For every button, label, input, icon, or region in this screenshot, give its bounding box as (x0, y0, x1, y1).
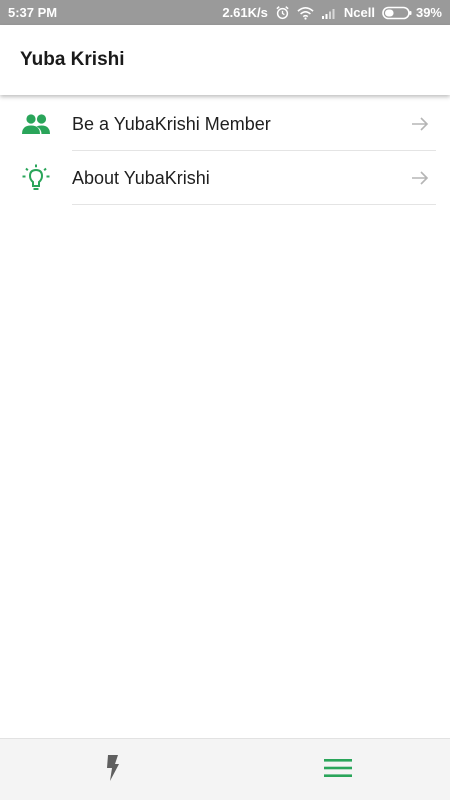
alarm-icon (275, 5, 290, 20)
page-title: Yuba Krishi (20, 49, 125, 70)
list-divider (72, 204, 436, 205)
arrow-right-icon (410, 168, 430, 188)
about-menu-label: About YubaKrishi (72, 167, 210, 188)
flash-icon (105, 754, 121, 787)
menu-list: Be a YubaKrishi Member About YubaKrishi (0, 97, 450, 205)
bottom-nav (0, 738, 450, 800)
carrier-name: Ncell (343, 5, 375, 20)
about-menu-item[interactable]: About YubaKrishi (0, 151, 450, 205)
battery-icon (382, 6, 412, 19)
status-indicators: 2.61K/s Ncell 39% (222, 5, 442, 20)
status-time: 5:37 PM (8, 5, 58, 20)
status-bar: 5:37 PM 2.61K/s Ncell 39% (0, 0, 450, 25)
flash-nav-button[interactable] (0, 739, 225, 800)
arrow-right-icon (410, 114, 430, 134)
network-speed: 2.61K/s (222, 5, 268, 20)
wifi-icon (297, 6, 314, 20)
member-menu-item[interactable]: Be a YubaKrishi Member (0, 97, 450, 151)
menu-nav-button[interactable] (225, 739, 450, 800)
battery-percent: 39% (415, 5, 442, 20)
battery-indicator: 39% (382, 5, 442, 20)
menu-icon (323, 758, 352, 783)
signal-icon (321, 6, 337, 19)
app-screen: 5:37 PM 2.61K/s Ncell 39% Yuba Krishi Be… (0, 0, 450, 800)
member-menu-label: Be a YubaKrishi Member (72, 113, 271, 134)
people-icon (20, 108, 52, 140)
app-bar: Yuba Krishi (0, 25, 450, 95)
lightbulb-icon (20, 162, 52, 194)
